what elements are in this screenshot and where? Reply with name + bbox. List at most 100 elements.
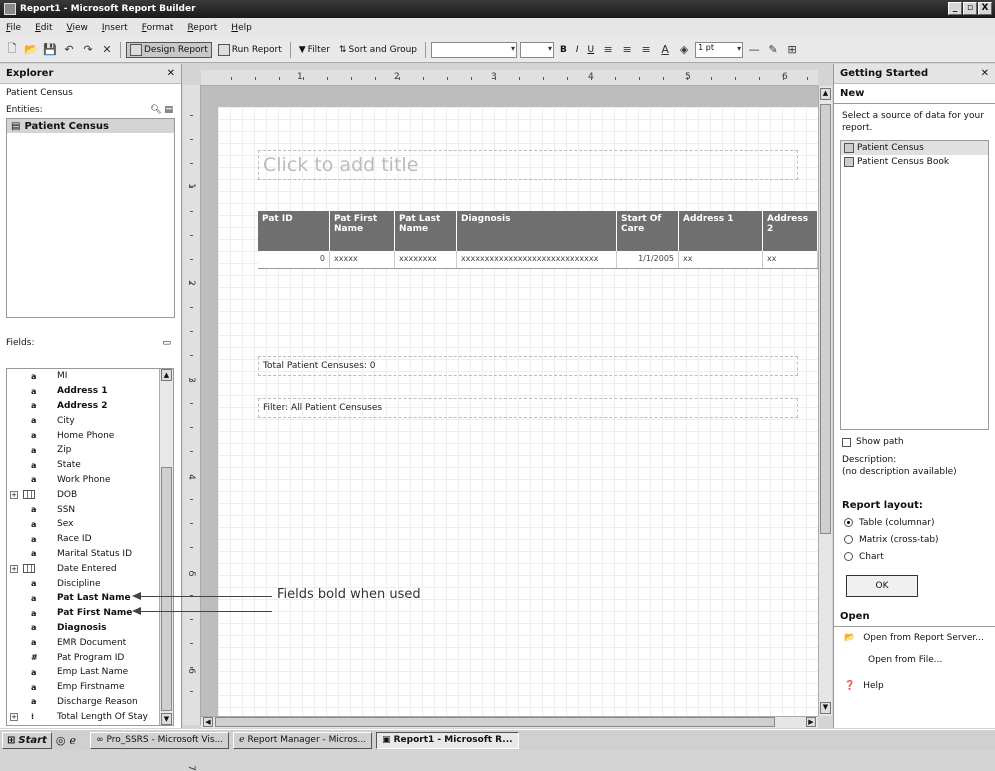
field-item[interactable]: a Marital Status ID — [7, 547, 173, 562]
italic-button[interactable]: I — [573, 44, 582, 56]
radio-circle[interactable] — [844, 535, 853, 544]
scroll-thumb[interactable] — [820, 104, 831, 534]
search-icon[interactable]: 🔍︎ ▤ — [150, 105, 173, 115]
field-item[interactable]: a SSN — [7, 502, 173, 517]
scroll-up-arrow[interactable]: ▲ — [161, 369, 172, 381]
table-cell[interactable]: xxxxxxxx — [395, 251, 457, 268]
close-icon[interactable]: ✕ — [981, 68, 989, 79]
open-from-file-link[interactable]: Open from File... — [834, 649, 995, 671]
entities-list[interactable]: ▤ Patient Census — [6, 118, 175, 318]
expand-icon[interactable]: + — [10, 564, 18, 573]
menu-view[interactable]: View — [67, 23, 88, 33]
open-icon[interactable]: 📂 — [23, 42, 39, 58]
field-item[interactable]: a Address 2 — [7, 399, 173, 414]
table-cell[interactable]: xxxxx — [330, 251, 395, 268]
table-cell[interactable]: xx — [679, 251, 763, 268]
radio-circle[interactable] — [844, 552, 853, 561]
start-button[interactable]: ⊞ Start — [2, 731, 52, 749]
ok-button[interactable]: OK — [846, 575, 918, 597]
column-header[interactable]: Pat ID — [258, 211, 330, 251]
field-item[interactable]: a Work Phone — [7, 473, 173, 488]
filter-textbox[interactable]: Filter: All Patient Censuses — [258, 398, 798, 418]
field-item[interactable]: a State — [7, 458, 173, 473]
field-item[interactable]: a Discharge Reason — [7, 695, 173, 710]
fields-list[interactable]: a MI a Address 1 a Address 2 a City a Home Phone a… — [6, 368, 174, 726]
table-cell[interactable]: xx — [763, 251, 818, 268]
undo-icon[interactable]: ↶ — [61, 42, 77, 58]
scroll-up-arrow[interactable]: ▲ — [820, 88, 831, 100]
menu-report[interactable]: Report — [187, 23, 217, 33]
column-header[interactable]: Pat First Name — [330, 211, 395, 251]
open-from-server-link[interactable]: 📂 Open from Report Server... — [834, 627, 995, 649]
align-left-icon[interactable]: ≡ — [600, 42, 616, 58]
run-report-button[interactable]: Run Report — [215, 43, 285, 57]
scroll-thumb[interactable] — [215, 717, 775, 727]
layout-matrix-radio[interactable]: Matrix (cross-tab) — [834, 531, 995, 548]
field-item[interactable]: + Date Entered — [7, 561, 173, 576]
table-cell[interactable]: 1/1/2005 — [617, 251, 679, 268]
menu-format[interactable]: Format — [142, 23, 174, 33]
browser-icon[interactable]: ℯ — [69, 734, 76, 747]
table-header-row[interactable]: Pat ID Pat First Name Pat Last Name Diag… — [258, 211, 818, 251]
field-item[interactable]: a Emp Last Name — [7, 665, 173, 680]
field-item[interactable]: a City — [7, 413, 173, 428]
field-item[interactable]: a Pat Last Name — [7, 591, 173, 606]
checkbox-box[interactable] — [842, 437, 851, 447]
delete-icon[interactable]: ✕ — [99, 42, 115, 58]
field-item[interactable]: a Emp Firstname — [7, 680, 173, 695]
field-item[interactable]: a MI — [7, 369, 173, 384]
sort-group-button[interactable]: ⇅ Sort and Group — [336, 44, 420, 56]
menu-help[interactable]: Help — [231, 23, 252, 33]
task-button[interactable]: ℯ Report Manager - Micros... — [233, 731, 373, 749]
field-item[interactable]: # Pat Program ID — [7, 650, 173, 665]
border-color-icon[interactable]: ✎ — [765, 42, 781, 58]
new-field-icon[interactable]: ▭ — [162, 338, 171, 348]
column-header[interactable]: Pat Last Name — [395, 211, 457, 251]
font-family-select[interactable] — [431, 41, 518, 58]
task-button[interactable]: ▣ Report1 - Microsoft R... — [376, 731, 519, 749]
bold-button[interactable]: B — [557, 44, 570, 56]
field-item[interactable]: a EMR Document — [7, 635, 173, 650]
fields-scrollbar[interactable]: ▲ ▼ — [159, 369, 173, 725]
close-icon[interactable]: ✕ — [167, 68, 175, 79]
quicklaunch-icon[interactable]: ◎ — [56, 734, 66, 747]
align-center-icon[interactable]: ≡ — [619, 42, 635, 58]
field-item[interactable]: a Home Phone — [7, 428, 173, 443]
border-style-icon[interactable]: — — [746, 42, 762, 58]
filter-button[interactable]: ▼ Filter — [296, 44, 333, 56]
fill-color-icon[interactable]: ◈ — [676, 42, 692, 58]
layout-table-radio[interactable]: Table (columnar) — [834, 514, 995, 531]
close-button[interactable]: X — [978, 2, 992, 15]
scroll-right-arrow[interactable]: ▶ — [806, 717, 816, 727]
new-icon[interactable]: 🗋 — [4, 42, 20, 58]
font-color-icon[interactable]: A — [657, 42, 673, 58]
border-width-select[interactable]: 1 pt — [695, 41, 744, 58]
show-path-checkbox[interactable]: Show path — [834, 434, 995, 450]
font-size-select[interactable] — [520, 41, 555, 58]
table-cell[interactable]: 0 — [258, 251, 330, 268]
field-item[interactable]: a Zip — [7, 443, 173, 458]
field-item[interactable]: a Diagnosis — [7, 621, 173, 636]
field-item[interactable]: a Sex — [7, 517, 173, 532]
underline-button[interactable]: U — [585, 44, 598, 56]
column-header[interactable]: Diagnosis — [457, 211, 617, 251]
design-horizontal-scrollbar[interactable]: ◀ ▶ — [201, 716, 818, 728]
column-header[interactable]: Address 1 — [679, 211, 763, 251]
radio-circle[interactable] — [844, 518, 853, 527]
menu-insert[interactable]: Insert — [102, 23, 128, 33]
data-source-list[interactable]: Patient Census Patient Census Book — [840, 140, 989, 430]
scroll-thumb[interactable] — [161, 467, 172, 711]
save-icon[interactable]: 💾 — [42, 42, 58, 58]
field-item[interactable]: a Address 1 — [7, 384, 173, 399]
borders-icon[interactable]: ⊞ — [784, 42, 800, 58]
field-item[interactable]: a Race ID — [7, 532, 173, 547]
column-header[interactable]: Start Of Care — [617, 211, 679, 251]
total-textbox[interactable]: Total Patient Censuses: 0 — [258, 356, 798, 376]
expand-icon[interactable]: + — [10, 712, 18, 721]
expand-icon[interactable]: + — [10, 490, 18, 499]
help-link[interactable]: ❓ Help — [834, 675, 995, 697]
field-item[interactable]: + DOB — [7, 487, 173, 502]
redo-icon[interactable]: ↷ — [80, 42, 96, 58]
menu-file[interactable]: File — [6, 23, 21, 33]
restore-button[interactable]: ▫ — [963, 2, 977, 15]
